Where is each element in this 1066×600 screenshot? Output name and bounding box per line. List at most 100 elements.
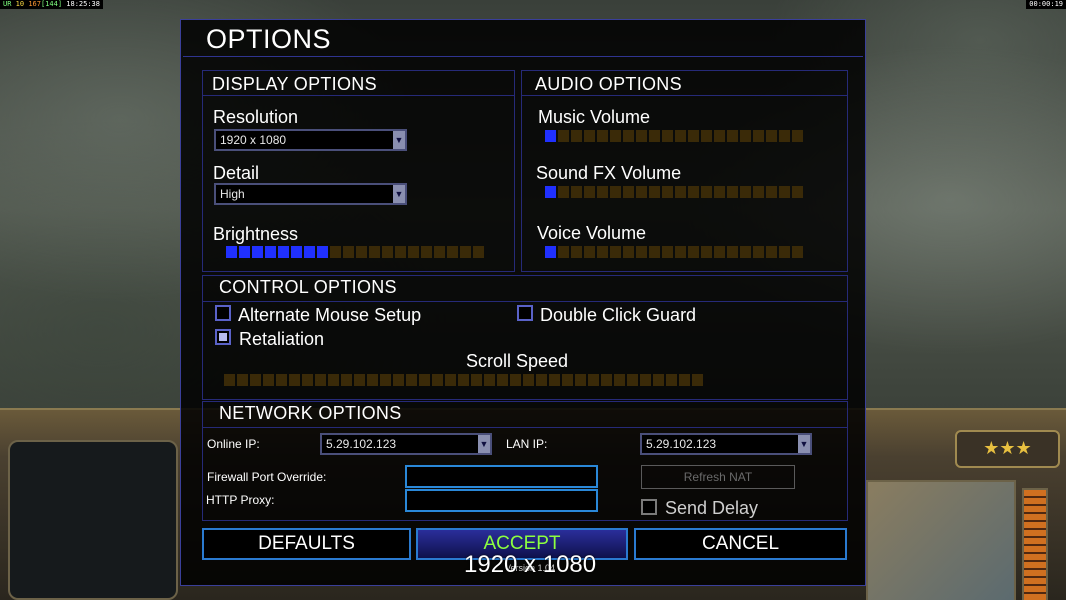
slider-segment[interactable]	[406, 374, 417, 386]
slider-segment[interactable]	[679, 374, 690, 386]
slider-segment[interactable]	[597, 246, 608, 258]
slider-segment[interactable]	[562, 374, 573, 386]
alternate-mouse-label[interactable]: Alternate Mouse Setup	[238, 305, 421, 326]
slider-segment[interactable]	[688, 130, 699, 142]
slider-segment[interactable]	[315, 374, 326, 386]
sound-fx-volume-slider[interactable]	[545, 186, 803, 198]
slider-segment[interactable]	[714, 246, 725, 258]
slider-segment[interactable]	[688, 246, 699, 258]
slider-segment[interactable]	[278, 246, 289, 258]
double-click-guard-checkbox[interactable]	[517, 305, 533, 321]
slider-segment[interactable]	[688, 186, 699, 198]
slider-segment[interactable]	[330, 246, 341, 258]
music-volume-slider[interactable]	[545, 130, 803, 142]
slider-segment[interactable]	[766, 186, 777, 198]
slider-segment[interactable]	[460, 246, 471, 258]
slider-segment[interactable]	[779, 186, 790, 198]
slider-segment[interactable]	[753, 130, 764, 142]
slider-segment[interactable]	[571, 246, 582, 258]
slider-segment[interactable]	[445, 374, 456, 386]
chevron-down-icon[interactable]: ▼	[798, 435, 810, 453]
chevron-down-icon[interactable]: ▼	[393, 131, 405, 149]
slider-segment[interactable]	[432, 374, 443, 386]
slider-segment[interactable]	[447, 246, 458, 258]
slider-segment[interactable]	[623, 246, 634, 258]
slider-segment[interactable]	[536, 374, 547, 386]
slider-segment[interactable]	[753, 186, 764, 198]
slider-segment[interactable]	[692, 374, 703, 386]
slider-segment[interactable]	[356, 246, 367, 258]
slider-segment[interactable]	[675, 130, 686, 142]
http-proxy-input[interactable]	[405, 489, 598, 512]
slider-segment[interactable]	[545, 130, 556, 142]
slider-segment[interactable]	[523, 374, 534, 386]
slider-segment[interactable]	[558, 246, 569, 258]
slider-segment[interactable]	[792, 186, 803, 198]
slider-segment[interactable]	[584, 186, 595, 198]
slider-segment[interactable]	[250, 374, 261, 386]
slider-segment[interactable]	[701, 130, 712, 142]
slider-segment[interactable]	[549, 374, 560, 386]
slider-segment[interactable]	[649, 130, 660, 142]
slider-segment[interactable]	[263, 374, 274, 386]
slider-segment[interactable]	[571, 130, 582, 142]
slider-segment[interactable]	[623, 130, 634, 142]
slider-segment[interactable]	[766, 246, 777, 258]
slider-segment[interactable]	[653, 374, 664, 386]
slider-segment[interactable]	[610, 130, 621, 142]
slider-segment[interactable]	[510, 374, 521, 386]
slider-segment[interactable]	[239, 246, 250, 258]
slider-segment[interactable]	[623, 186, 634, 198]
resolution-dropdown[interactable]: 1920 x 1080 ▼	[214, 129, 407, 151]
slider-segment[interactable]	[636, 246, 647, 258]
brightness-slider[interactable]	[226, 246, 484, 258]
slider-segment[interactable]	[382, 246, 393, 258]
slider-segment[interactable]	[662, 130, 673, 142]
refresh-nat-button[interactable]: Refresh NAT	[641, 465, 795, 489]
slider-segment[interactable]	[701, 186, 712, 198]
slider-segment[interactable]	[393, 374, 404, 386]
slider-segment[interactable]	[662, 186, 673, 198]
slider-segment[interactable]	[252, 246, 263, 258]
slider-segment[interactable]	[779, 130, 790, 142]
slider-segment[interactable]	[276, 374, 287, 386]
slider-segment[interactable]	[421, 246, 432, 258]
slider-segment[interactable]	[753, 246, 764, 258]
slider-segment[interactable]	[545, 186, 556, 198]
firewall-port-input[interactable]	[405, 465, 598, 488]
slider-segment[interactable]	[341, 374, 352, 386]
online-ip-dropdown[interactable]: 5.29.102.123 ▼	[320, 433, 492, 455]
slider-segment[interactable]	[792, 130, 803, 142]
alternate-mouse-checkbox[interactable]	[215, 305, 231, 321]
slider-segment[interactable]	[727, 186, 738, 198]
slider-segment[interactable]	[584, 246, 595, 258]
slider-segment[interactable]	[328, 374, 339, 386]
lan-ip-dropdown[interactable]: 5.29.102.123 ▼	[640, 433, 812, 455]
slider-segment[interactable]	[289, 374, 300, 386]
send-delay-checkbox[interactable]	[641, 499, 657, 515]
slider-segment[interactable]	[434, 246, 445, 258]
retaliation-checkbox[interactable]	[215, 329, 231, 345]
slider-segment[interactable]	[484, 374, 495, 386]
slider-segment[interactable]	[473, 246, 484, 258]
cancel-button[interactable]: CANCEL	[634, 528, 847, 560]
slider-segment[interactable]	[354, 374, 365, 386]
slider-segment[interactable]	[740, 186, 751, 198]
slider-segment[interactable]	[727, 130, 738, 142]
slider-segment[interactable]	[675, 186, 686, 198]
slider-segment[interactable]	[369, 246, 380, 258]
slider-segment[interactable]	[575, 374, 586, 386]
slider-segment[interactable]	[766, 130, 777, 142]
slider-segment[interactable]	[649, 246, 660, 258]
slider-segment[interactable]	[558, 186, 569, 198]
slider-segment[interactable]	[610, 186, 621, 198]
slider-segment[interactable]	[662, 246, 673, 258]
slider-segment[interactable]	[545, 246, 556, 258]
slider-segment[interactable]	[601, 374, 612, 386]
slider-segment[interactable]	[714, 130, 725, 142]
double-click-guard-label[interactable]: Double Click Guard	[540, 305, 696, 326]
slider-segment[interactable]	[584, 130, 595, 142]
slider-segment[interactable]	[636, 130, 647, 142]
slider-segment[interactable]	[419, 374, 430, 386]
slider-segment[interactable]	[304, 246, 315, 258]
